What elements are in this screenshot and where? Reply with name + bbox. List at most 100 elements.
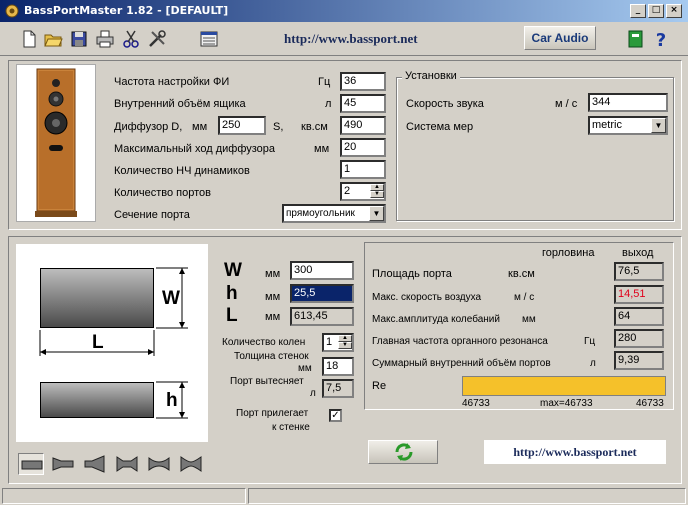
port-side-view: [40, 382, 154, 418]
max-amplitude-value: 64: [614, 307, 664, 326]
sound-speed-unit: м / с: [555, 98, 578, 110]
driver-count-label: Количество НЧ динамиков: [114, 165, 250, 177]
port-section-label: Сечение порта: [114, 209, 190, 221]
max-excursion-input[interactable]: 20: [340, 138, 386, 157]
port-displacement-unit: л: [310, 388, 316, 399]
spin-up-icon[interactable]: ▲: [370, 184, 384, 191]
max-air-speed-unit: м / с: [514, 292, 535, 303]
flared-one-end-port-icon[interactable]: [50, 453, 76, 475]
organ-resonance-value: 280: [614, 329, 664, 348]
max-amplitude-unit: мм: [522, 314, 536, 325]
status-cell-1: [2, 488, 246, 504]
open-folder-icon[interactable]: [42, 28, 64, 50]
diffuser-d-input[interactable]: 250: [218, 116, 266, 135]
status-cell-2: [248, 488, 686, 504]
horn-port-icon[interactable]: [82, 453, 108, 475]
diffuser-s-unit: кв.см: [301, 121, 328, 133]
port-height-input[interactable]: 25,5: [290, 284, 354, 303]
chevron-down-icon[interactable]: ▼: [369, 206, 384, 221]
l-unit: мм: [265, 311, 281, 323]
units-system-value: metric: [592, 119, 622, 131]
box-volume-input[interactable]: 45: [340, 94, 386, 113]
port-count-value: 2: [344, 185, 351, 197]
w-letter: W: [224, 260, 242, 281]
book-icon[interactable]: [624, 28, 646, 50]
sound-speed-label: Скорость звука: [406, 98, 484, 110]
double-flare-port-icon[interactable]: [178, 453, 204, 475]
port-section-select[interactable]: прямоугольник ▼: [282, 204, 386, 223]
max-excursion-unit: мм: [314, 143, 330, 155]
calculator-icon[interactable]: [198, 28, 220, 50]
port-length-value: 613,45: [290, 307, 354, 326]
port-adjacent-label: Порт прилегает: [236, 408, 309, 419]
wall-thickness-unit: мм: [298, 363, 312, 374]
status-bar: [0, 486, 688, 505]
bends-stepper[interactable]: 1 ▲ ▼: [322, 333, 354, 352]
diffuser-s-input[interactable]: 490: [340, 116, 386, 135]
h-letter: h: [226, 283, 238, 304]
tuning-freq-unit: Гц: [318, 76, 331, 88]
col-throat-header: горловина: [542, 247, 595, 259]
re-max-value: max=46733: [540, 398, 593, 409]
driver-count-input[interactable]: 1: [340, 160, 386, 179]
port-area-label: Площадь порта: [372, 268, 452, 280]
max-excursion-label: Максимальный ход диффузора: [114, 143, 276, 155]
save-icon[interactable]: [68, 28, 90, 50]
h-unit: мм: [265, 291, 281, 303]
new-file-icon[interactable]: [18, 28, 40, 50]
re-bar-track: [462, 376, 666, 396]
tools-icon[interactable]: [146, 28, 168, 50]
title-bar: BassPortMaster 1.82 - [DEFAULT] _ □ ×: [0, 0, 688, 22]
maximize-button[interactable]: □: [648, 4, 664, 18]
max-air-speed-value: 14,51: [614, 285, 664, 304]
ports-volume-unit: л: [590, 358, 596, 369]
website-link[interactable]: http://www.bassport.net: [284, 31, 418, 47]
bell-port-icon[interactable]: [146, 453, 172, 475]
toolbar: http://www.bassport.net Car Audio ?: [0, 22, 688, 56]
port-adjacent-checkbox[interactable]: ✓: [329, 409, 342, 422]
print-icon[interactable]: [94, 28, 116, 50]
max-air-speed-label: Макс. скорость воздуха: [372, 292, 482, 303]
help-icon[interactable]: ?: [650, 28, 672, 50]
w-unit: мм: [265, 268, 281, 280]
minimize-button[interactable]: _: [630, 4, 646, 18]
spin-down-icon[interactable]: ▼: [338, 342, 352, 349]
box-volume-unit: л: [325, 98, 332, 110]
col-exit-header: выход: [622, 247, 654, 259]
port-count-stepper[interactable]: 2 ▲ ▼: [340, 182, 386, 201]
tuning-freq-input[interactable]: 36: [340, 72, 386, 91]
bends-spinner[interactable]: ▲ ▼: [338, 335, 352, 350]
wall-thickness-label: Толщина стенок: [234, 351, 309, 362]
bottom-website-link[interactable]: http://www.bassport.net: [484, 440, 666, 464]
port-area-value: 76,5: [614, 262, 664, 281]
refresh-icon: [395, 443, 413, 461]
diagram-w-label: W: [162, 288, 180, 309]
spin-down-icon[interactable]: ▼: [370, 191, 384, 198]
bends-value: 1: [326, 336, 333, 348]
cut-icon[interactable]: [120, 28, 142, 50]
flared-both-ends-port-icon[interactable]: [114, 453, 140, 475]
port-count-label: Количество портов: [114, 187, 211, 199]
diffuser-d-unit: мм: [192, 121, 208, 133]
port-area-unit: кв.см: [508, 268, 535, 280]
port-adjacent-label-2: к стенке: [272, 422, 310, 433]
sound-speed-input[interactable]: 344: [588, 93, 668, 112]
max-amplitude-label: Макс.амплитуда колебаний: [372, 314, 500, 325]
bends-label: Количество колен: [222, 337, 306, 348]
car-audio-button[interactable]: Car Audio: [524, 26, 596, 50]
port-displacement-value: 7,5: [322, 379, 354, 398]
close-button[interactable]: ×: [666, 4, 682, 18]
speaker-image: [16, 64, 96, 222]
port-count-spinner[interactable]: ▲ ▼: [370, 184, 384, 199]
straight-port-icon[interactable]: [18, 453, 44, 475]
spin-up-icon[interactable]: ▲: [338, 335, 352, 342]
re-right-value: 46733: [636, 398, 664, 409]
port-width-input[interactable]: 300: [290, 261, 354, 280]
recalculate-button[interactable]: [368, 440, 438, 464]
svg-text:?: ?: [656, 30, 666, 50]
box-volume-label: Внутренний объём ящика: [114, 98, 246, 110]
chevron-down-icon[interactable]: ▼: [651, 118, 666, 133]
settings-group-title: Установки: [402, 70, 460, 82]
wall-thickness-input[interactable]: 18: [322, 357, 354, 376]
units-system-select[interactable]: metric ▼: [588, 116, 668, 135]
